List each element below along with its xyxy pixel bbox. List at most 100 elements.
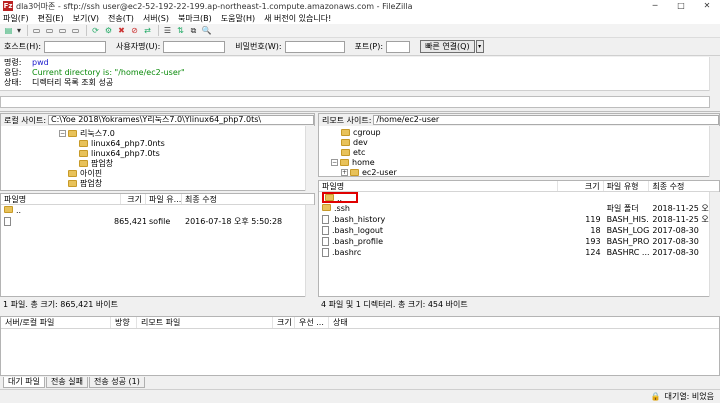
password-label: 비밀번호(W): (235, 42, 282, 51)
toolbar-separator (158, 25, 159, 36)
tree-node[interactable]: − 리눅스7.0 (59, 128, 115, 138)
tree-node[interactable]: dev (341, 137, 368, 147)
reconnect-icon[interactable]: ⇄ (142, 25, 153, 36)
dir-compare-icon[interactable]: ⧉ (188, 25, 199, 36)
host-input[interactable] (44, 40, 107, 53)
col-type[interactable]: 파일 유... (146, 194, 182, 204)
table-row[interactable]: .bash_profile 193 BASH_PRO... 2017-08-30 (319, 236, 719, 247)
col-filename[interactable]: 파일명 (1, 194, 121, 204)
col-type[interactable]: 파일 유형 (604, 181, 650, 191)
tree-node[interactable]: etc (341, 147, 365, 157)
menu-help[interactable]: 도움말(H) (221, 13, 255, 24)
table-row[interactable]: .bash_history 119 BASH_HIS... 2018-11-25… (319, 214, 719, 225)
toggle-queue-icon[interactable]: ▭ (70, 25, 81, 36)
quickconnect-button[interactable]: 빠른 연결(Q) (420, 40, 475, 53)
tab-failed-transfers[interactable]: 전송 실패 (45, 377, 88, 388)
folder-icon (341, 148, 350, 156)
log-scrollbar[interactable] (709, 57, 720, 91)
site-manager-icon[interactable]: ▤ (3, 25, 14, 36)
status-bar: 🔒 대기열: 비었음 (0, 389, 720, 403)
remote-path-input[interactable]: /home/ec2-user (373, 115, 719, 125)
col-size[interactable]: 크기 (121, 194, 146, 204)
tree-node[interactable]: cgroup (341, 127, 381, 137)
table-row[interactable]: .ssh 파일 폴더 2018-11-25 오전 11:... (319, 203, 719, 214)
remote-file-list: 파일명 크기 파일 유형 최종 수정 .. .ssh 파일 폴더 2018-11… (318, 180, 720, 297)
password-input[interactable] (284, 40, 345, 53)
user-label: 사용자명(U): (116, 42, 161, 51)
col-status[interactable]: 상태 (329, 317, 369, 328)
toggle-log-icon[interactable]: ▭ (31, 25, 42, 36)
port-input[interactable] (386, 40, 411, 53)
menu-new-version[interactable]: 새 버전이 있습니다! (264, 13, 331, 24)
maximize-icon[interactable]: □ (668, 0, 694, 12)
tab-successful-transfers[interactable]: 전송 성공 (1) (88, 377, 145, 388)
tree-node[interactable]: 팝업창 (79, 158, 113, 168)
quickconnect-bar: 호스트(H): 사용자명(U): 비밀번호(W): 포트(P): 빠른 연결(Q… (0, 38, 720, 56)
local-path-input[interactable]: C:\Yoe 2018\Yokrames\Y리눅스7.0\Ylinux64_ph… (48, 115, 314, 125)
toggle-remote-tree-icon[interactable]: ▭ (57, 25, 68, 36)
table-row[interactable]: .. (319, 192, 719, 203)
close-icon[interactable]: ✕ (694, 0, 720, 12)
col-server-local-file[interactable]: 서버/로컬 파일 (1, 317, 111, 328)
folder-icon (4, 206, 13, 213)
log-line: 응답: Current directory is: "/home/ec2-use… (4, 68, 716, 78)
tree-node[interactable]: linux64_php7.0nts (79, 138, 165, 148)
folder-icon (341, 138, 350, 146)
minimize-icon[interactable]: ─ (642, 0, 668, 12)
menu-file[interactable]: 파일(F) (3, 13, 29, 24)
sync-browsing-icon[interactable]: ⇅ (175, 25, 186, 36)
toggle-local-tree-icon[interactable]: ▭ (44, 25, 55, 36)
menu-server[interactable]: 서버(S) (143, 13, 169, 24)
local-tree-scrollbar[interactable] (305, 126, 315, 191)
tree-node[interactable]: 아이핀 (68, 168, 102, 178)
local-tree-pane: 로컬 사이트: C:\Yoe 2018\Yokrames\Y리눅스7.0\Yli… (0, 113, 315, 191)
toolbar: ▤ ▾ ▭ ▭ ▭ ▭ ⟳ ⚙ ✖ ⊘ ⇄ ☰ ⇅ ⧉ 🔍 (0, 24, 720, 38)
queue-header: 서버/로컬 파일 방향 리모트 파일 크기 우선 ... 상태 (1, 317, 719, 329)
table-row[interactable]: .. (1, 205, 314, 216)
col-size[interactable]: 크기 (273, 317, 295, 328)
quickconnect-dropdown-icon[interactable]: ▾ (475, 40, 484, 53)
tree-node[interactable]: 팝업창 (68, 178, 102, 188)
col-remote-file[interactable]: 리모트 파일 (137, 317, 273, 328)
log-key: 응답: (4, 68, 22, 77)
disconnect-icon[interactable]: ⊘ (129, 25, 140, 36)
menu-transfer[interactable]: 전송(T) (108, 13, 134, 24)
log-value: 디렉터리 목록 조회 성공 (32, 78, 114, 87)
refresh-icon[interactable]: ⟳ (90, 25, 101, 36)
menu-bookmarks[interactable]: 북마크(B) (178, 13, 212, 24)
col-filename[interactable]: 파일명 (319, 181, 558, 191)
remote-list-scrollbar[interactable] (709, 192, 720, 297)
local-file-list: 파일명 크기 파일 유... 최종 수정 .. 865,421 sofile 2… (0, 193, 315, 297)
tree-node[interactable]: linux64_php7.0ts (79, 148, 160, 158)
process-queue-icon[interactable]: ⚙ (103, 25, 114, 36)
table-row[interactable]: .bashrc 124 BASHRC ... 2017-08-30 (319, 247, 719, 258)
directory-listing-filter-icon[interactable]: ☰ (162, 25, 173, 36)
local-list-scrollbar[interactable] (305, 205, 315, 297)
col-modified[interactable]: 최종 수정 (182, 194, 312, 204)
collapse-icon[interactable]: − (331, 158, 338, 166)
col-size[interactable]: 크기 (558, 181, 604, 191)
expand-icon[interactable]: + (341, 168, 348, 176)
remote-tree-scrollbar[interactable] (709, 126, 720, 177)
menu-edit[interactable]: 편집(E) (38, 13, 64, 24)
col-direction[interactable]: 방향 (111, 317, 137, 328)
queue-status: 대기열: 비었음 (664, 392, 714, 401)
toolbar-separator (27, 25, 28, 36)
search-icon[interactable]: 🔍 (201, 25, 212, 36)
col-priority[interactable]: 우선 ... (295, 317, 329, 328)
folder-icon (79, 149, 88, 157)
folder-icon (79, 139, 88, 147)
col-modified[interactable]: 최종 수정 (649, 181, 719, 191)
tree-node[interactable]: − home (331, 157, 375, 167)
local-path-row: 로컬 사이트: C:\Yoe 2018\Yokrames\Y리눅스7.0\Yli… (1, 114, 314, 126)
table-row[interactable]: 865,421 sofile 2016-07-18 오후 5:50:28 (1, 216, 314, 227)
collapse-icon[interactable]: − (59, 129, 66, 137)
dropdown-arrow-icon[interactable]: ▾ (16, 25, 22, 36)
user-input[interactable] (163, 40, 226, 53)
remote-status: 4 파일 및 1 디렉터리. 총 크기: 454 바이트 (318, 299, 720, 311)
cancel-icon[interactable]: ✖ (116, 25, 127, 36)
table-row[interactable]: .bash_logout 18 BASH_LOG... 2017-08-30 (319, 225, 719, 236)
tab-queued-files[interactable]: 대기 파일 (3, 377, 45, 388)
tree-node[interactable]: + ec2-user (341, 167, 397, 176)
menu-view[interactable]: 보기(V) (73, 13, 99, 24)
